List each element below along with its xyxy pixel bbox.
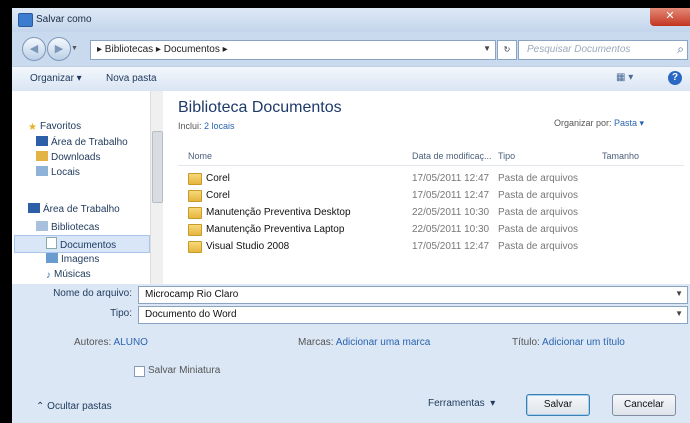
recent-pages-icon[interactable]: ▼ — [71, 45, 78, 52]
file-type-value[interactable]: Documento do Word — [145, 309, 237, 320]
navigation-bar: ◀ ▶ ▼ ▸ Bibliotecas ▸ Documentos ▸ ▼ ↻ P… — [12, 32, 690, 64]
file-type-select[interactable]: Documento do Word ▼ — [138, 306, 688, 324]
column-header-name[interactable]: Nome — [188, 151, 212, 161]
library-pane: Biblioteca Documentos Inclui: 2 locais O… — [162, 91, 690, 284]
tools-dropdown[interactable]: Ferramentas ▾ — [428, 398, 495, 409]
folder-icon — [188, 241, 202, 253]
chevron-down-icon[interactable]: ▼ — [675, 289, 683, 298]
view-options-icon[interactable]: ▦ ▾ — [616, 72, 638, 85]
authors-field: Autores: ALUNO — [74, 337, 148, 348]
header-divider — [178, 165, 684, 166]
downloads-icon — [36, 151, 48, 161]
sidebar-item-desktop-root[interactable]: Área de Trabalho — [28, 203, 120, 215]
library-title: Biblioteca Documentos — [178, 99, 342, 116]
collapse-arrow-icon: ⌃ — [36, 401, 48, 412]
column-header-size[interactable]: Tamanho — [602, 151, 639, 161]
sidebar-item-pictures[interactable]: Imagens — [46, 253, 99, 265]
add-title-link[interactable]: Adicionar um título — [542, 337, 625, 348]
arrange-by-dropdown[interactable]: Pasta ▾ — [614, 118, 644, 128]
save-thumbnail-label[interactable]: Salvar Miniatura — [148, 365, 220, 376]
tags-label: Marcas: — [298, 337, 334, 348]
filename-label: Nome do arquivo: — [53, 288, 132, 299]
library-includes: Inclui: 2 locais — [178, 121, 235, 131]
navigation-pane: ★ Favoritos Área de Trabalho Downloads Lo… — [12, 91, 151, 284]
chevron-down-icon[interactable]: ▼ — [483, 44, 491, 53]
help-icon[interactable]: ? — [668, 71, 682, 85]
address-bar[interactable]: ▸ Bibliotecas ▸ Documentos ▸ ▼ — [90, 40, 496, 60]
back-arrow-icon[interactable]: ◀ — [22, 37, 46, 61]
word-app-icon — [18, 13, 33, 27]
title-label: Título: — [512, 337, 540, 348]
tags-field: Marcas: Adicionar uma marca — [298, 337, 430, 348]
folder-icon — [188, 190, 202, 202]
refresh-icon[interactable]: ↻ — [497, 40, 517, 60]
file-row[interactable]: Corel 17/05/2011 12:47 Pasta de arquivos — [178, 188, 684, 203]
chevron-down-icon: ▾ — [484, 398, 496, 409]
folder-icon — [188, 224, 202, 236]
content-area: ★ Favoritos Área de Trabalho Downloads Lo… — [12, 91, 690, 284]
folder-icon — [188, 173, 202, 185]
arrange-by: Organizar por: Pasta ▾ — [554, 118, 645, 128]
desktop-icon — [36, 136, 48, 146]
recent-places-icon — [36, 166, 48, 176]
sidebar-item-desktop[interactable]: Área de Trabalho — [36, 136, 128, 148]
cancel-button[interactable]: Cancelar — [612, 394, 676, 416]
file-row[interactable]: Manutenção Preventiva Desktop 22/05/2011… — [178, 205, 684, 220]
file-row[interactable]: Manutenção Preventiva Laptop 22/05/2011 … — [178, 222, 684, 237]
pictures-icon — [46, 253, 58, 263]
sidebar-item-music[interactable]: ♪ Músicas — [46, 269, 91, 281]
sidebar-item-libraries[interactable]: Bibliotecas — [36, 221, 99, 233]
back-forward-group: ◀ ▶ ▼ — [22, 37, 82, 61]
library-icon — [36, 221, 48, 231]
new-folder-button[interactable]: Nova pasta — [106, 73, 157, 84]
sidebar-item-favorites[interactable]: ★ Favoritos — [28, 121, 81, 133]
file-row[interactable]: Corel 17/05/2011 12:47 Pasta de arquivos — [178, 171, 684, 186]
folder-icon — [188, 207, 202, 219]
filename-value[interactable]: Microcamp Rio Claro — [145, 289, 238, 300]
authors-label: Autores: — [74, 337, 112, 348]
save-button[interactable]: Salvar — [526, 394, 590, 416]
address-path[interactable]: ▸ Bibliotecas ▸ Documentos ▸ — [97, 44, 228, 55]
add-tag-link[interactable]: Adicionar uma marca — [336, 337, 430, 348]
column-header-date[interactable]: Data de modificaç... — [412, 151, 492, 161]
search-icon[interactable]: ⌕ — [677, 42, 684, 57]
music-icon: ♪ — [46, 270, 51, 281]
title-field: Título: Adicionar um título — [512, 337, 625, 348]
hide-folders-button[interactable]: ⌃ Ocultar pastas — [36, 401, 112, 412]
save-thumbnail-checkbox[interactable] — [134, 366, 145, 377]
filename-input[interactable]: Microcamp Rio Claro ▼ — [138, 286, 688, 304]
star-icon: ★ — [28, 122, 37, 133]
file-type-label: Tipo: — [110, 308, 132, 319]
chevron-down-icon[interactable]: ▼ — [675, 309, 683, 318]
save-as-dialog: Salvar como ✕ ◀ ▶ ▼ ▸ Bibliotecas ▸ Docu… — [12, 8, 690, 423]
sidebar-item-documents[interactable]: Documentos — [46, 237, 116, 251]
close-button[interactable]: ✕ — [650, 8, 690, 26]
includes-locations-link[interactable]: 2 locais — [204, 121, 235, 131]
search-placeholder: Pesquisar Documentos — [527, 44, 631, 55]
column-header-type[interactable]: Tipo — [498, 151, 515, 161]
save-form: Nome do arquivo: Microcamp Rio Claro ▼ T… — [12, 284, 690, 423]
title-bar: Salvar como ✕ — [12, 8, 690, 32]
desktop-icon — [28, 203, 40, 213]
authors-value[interactable]: ALUNO — [113, 337, 147, 348]
organize-button[interactable]: Organizar ▾ — [30, 73, 82, 84]
command-bar: Organizar ▾ Nova pasta ▦ ▾ ? — [12, 66, 690, 92]
sidebar-item-downloads[interactable]: Downloads — [36, 151, 100, 163]
documents-icon — [46, 237, 57, 249]
file-row[interactable]: Visual Studio 2008 17/05/2011 12:47 Past… — [178, 239, 684, 254]
search-input[interactable]: Pesquisar Documentos ⌕ — [518, 40, 688, 60]
sidebar-item-recent-places[interactable]: Locais — [36, 166, 80, 178]
window-title: Salvar como — [36, 14, 92, 25]
forward-arrow-icon[interactable]: ▶ — [47, 37, 71, 61]
